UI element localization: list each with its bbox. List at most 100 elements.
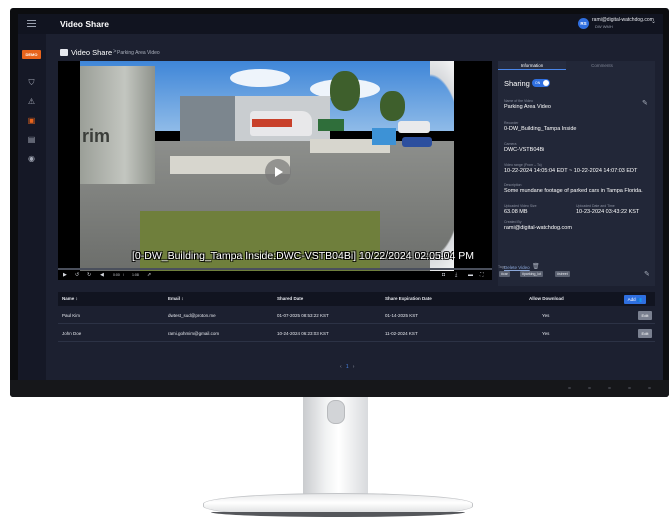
fullscreen-icon[interactable]: ⛶ (480, 271, 484, 280)
cell-expiration: 01-14-2025 KST (385, 313, 419, 318)
play-icon[interactable]: ▶ (63, 271, 67, 280)
video-progress-bar[interactable] (58, 268, 492, 270)
monitor-stand-base-edge (211, 512, 465, 517)
video-timestamp-overlay: [0-DW_Building_Tampa Inside:DWC-VSTB04Bi… (132, 250, 475, 262)
report-icon[interactable]: ▤ (27, 135, 36, 144)
pagination-next[interactable]: › (353, 364, 355, 370)
monitor-stand-slot (327, 400, 345, 424)
video-dumpster (372, 128, 396, 145)
tab-information[interactable]: Information (498, 61, 566, 70)
description-value: Some mundane footage of parked cars in T… (504, 188, 643, 194)
camera-icon[interactable]: ⛉ (27, 78, 36, 87)
cell-expiration: 11-02-2024 KST (385, 331, 418, 336)
add-user-button[interactable]: Add 👥 (624, 295, 646, 304)
edit-icon[interactable]: ✎ (642, 99, 648, 107)
edit-button[interactable]: Edit (638, 329, 652, 338)
user-circle-icon[interactable]: ◉ (27, 154, 36, 163)
sharing-label: Sharing (504, 79, 530, 88)
cell-shared-date: 01-07-2025 08:53:22 KST (277, 313, 329, 318)
field-label: Uploaded Date and Time (576, 204, 615, 208)
pagination-current[interactable]: 1 (346, 364, 349, 370)
play-button[interactable] (265, 159, 291, 185)
video-controls: ▶ ↺ ↻ ◀ 0:00 / 1:08 ⇗ ◘ ⤓ ▬ ⛶ (58, 271, 492, 280)
user-avatar[interactable]: RS (578, 18, 589, 29)
video-player[interactable]: rim [0-DW_Building_Tampa Inside:DWC-VSTB… (58, 61, 492, 280)
user-email[interactable]: rami@digital-watchdog.com (592, 17, 654, 23)
camera-value: DWC-VSTB04Bi (504, 147, 545, 153)
pagination: ‹ 1 › (340, 364, 354, 370)
column-header-email[interactable]: Email ↕ (168, 292, 184, 306)
top-bar (18, 14, 663, 34)
recorder-value: 0-DW_Building_Tampa Inside (504, 126, 577, 132)
video-range-value: 10-22-2024 14:05:04 EDT ~ 10-22-2024 14:… (504, 168, 638, 174)
cell-email: dwtest_sud@proton.me (168, 313, 216, 318)
share-icon[interactable]: ⇗ (147, 271, 151, 280)
trailer-mark: rim (82, 126, 111, 146)
breadcrumb-separator: > (113, 49, 117, 55)
field-label: Recorder (504, 121, 519, 125)
video-share-icon[interactable]: ▣ (27, 116, 36, 125)
tag-chip[interactable]: #street (555, 271, 570, 277)
table-row: John Doe rami.gohmim@gmail.com 10-24-202… (58, 325, 655, 342)
field-label: Video range (From – To) (504, 163, 542, 167)
video-green-bin (318, 119, 344, 131)
cell-shared-date: 10-24-2024 06:23:03 KST (277, 331, 329, 336)
video-warehouse-shadow (180, 96, 235, 146)
cell-name: Paul Kim (62, 313, 81, 318)
toggle-text: ON (535, 81, 541, 85)
breadcrumb-current: Parking Area Video (117, 50, 160, 56)
edit-button[interactable]: Edit (638, 311, 652, 320)
time-separator: / (123, 273, 124, 277)
video-share-icon (60, 49, 68, 56)
volume-icon[interactable]: ◀ (100, 271, 104, 280)
tags-label: Tags (498, 265, 506, 269)
created-by-value: rami@digital-watchdog.com (504, 225, 572, 231)
video-cloud (230, 69, 290, 87)
hamburger-menu-icon[interactable] (27, 20, 36, 27)
monitor-button[interactable] (608, 387, 611, 389)
time-total: 1:08 (132, 273, 139, 277)
edit-tags-icon[interactable]: ✎ (644, 270, 650, 278)
column-header-name[interactable]: Name ↕ (62, 292, 78, 306)
power-button[interactable] (648, 387, 651, 389)
field-label: Description (504, 183, 522, 187)
subtitles-icon[interactable]: ▬ (468, 271, 473, 280)
delete-video-link[interactable]: Delete Video (504, 265, 530, 270)
monitor-button[interactable] (628, 387, 631, 389)
table-row: Paul Kim dwtest_sud@proton.me 01-07-2025… (58, 307, 655, 324)
chevron-down-icon[interactable]: ⌄ (651, 18, 656, 25)
tag-chip[interactable]: #parking_lot (520, 271, 544, 277)
video-tree (380, 91, 405, 121)
monitor-button[interactable] (568, 387, 571, 389)
user-role: DW WMH (595, 24, 613, 29)
video-van-stripe (252, 119, 292, 127)
field-label: Uploaded Video Size (504, 204, 537, 208)
cell-email: rami.gohmim@gmail.com (168, 331, 220, 336)
video-grass (140, 211, 380, 271)
tag-chip[interactable]: #car (499, 271, 510, 277)
column-header-allow-download: Allow Download (529, 296, 564, 301)
pagination-prev[interactable]: ‹ (340, 364, 342, 370)
tab-comments[interactable]: Comments (568, 61, 636, 70)
demo-badge: DEMO (22, 50, 41, 59)
trash-icon[interactable]: 🗑 (532, 263, 540, 270)
uploaded-date-value: 10-23-2024 03:43:22 KST (576, 209, 640, 215)
video-car (398, 121, 430, 133)
cell-allow-download: Yes (542, 331, 550, 336)
forward-icon[interactable]: ↻ (87, 271, 91, 280)
app-screen: Video Share RS rami@digital-watchdog.com… (18, 14, 663, 380)
alert-icon[interactable]: ⚠ (27, 97, 36, 106)
snapshot-icon[interactable]: ◘ (442, 271, 445, 280)
sharing-toggle[interactable]: ON (532, 79, 550, 87)
field-label: Name of the Video (504, 99, 533, 103)
rewind-icon[interactable]: ↺ (75, 271, 79, 280)
download-icon[interactable]: ⤓ (455, 271, 457, 280)
page-title[interactable]: Video Share (71, 48, 112, 57)
toggle-knob (543, 80, 549, 86)
video-tree (330, 71, 360, 111)
shares-table-header: Name ↕ Email ↕ Shared Date Share Expirat… (58, 292, 655, 306)
monitor-button[interactable] (588, 387, 591, 389)
cell-allow-download: Yes (542, 313, 550, 318)
field-label: Camera (504, 142, 517, 146)
cell-name: John Doe (62, 331, 82, 336)
